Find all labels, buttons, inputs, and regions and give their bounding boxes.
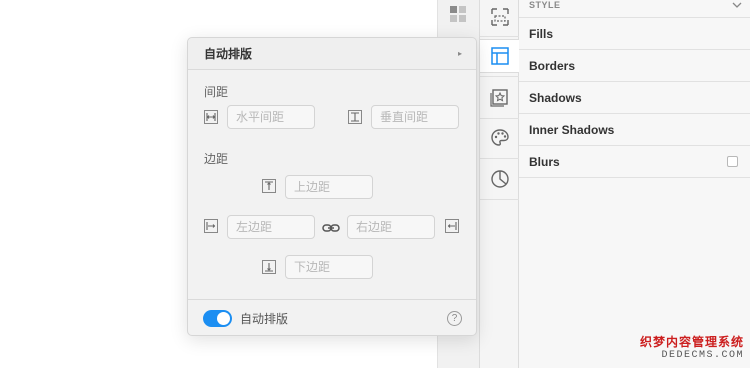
borders-row[interactable]: Borders bbox=[519, 50, 750, 82]
bottom-padding-icon bbox=[262, 260, 276, 274]
vertical-spacing-icon bbox=[348, 110, 362, 124]
fills-row[interactable]: Fills bbox=[519, 18, 750, 50]
chevron-right-icon[interactable]: ▸ bbox=[458, 49, 462, 58]
symbol-icon bbox=[489, 89, 508, 107]
selection-icon bbox=[490, 8, 509, 26]
watermark: 织梦内容管理系统 DEDECMS.COM bbox=[640, 331, 750, 368]
blurs-row[interactable]: Blurs bbox=[519, 146, 750, 178]
left-padding-input[interactable]: 左边距 bbox=[227, 215, 315, 239]
pie-chart-icon bbox=[490, 170, 509, 188]
style-section-header[interactable]: STYLE bbox=[519, 0, 750, 18]
blurs-label: Blurs bbox=[529, 154, 560, 169]
auto-layout-toggle[interactable] bbox=[203, 309, 232, 327]
toggle-knob bbox=[217, 311, 230, 325]
tab-palette[interactable] bbox=[480, 121, 519, 155]
palette-icon bbox=[490, 129, 509, 146]
popover-footer: 自动排版 ? bbox=[188, 299, 476, 336]
bottom-padding-input[interactable]: 下边距 bbox=[285, 255, 373, 279]
link-icon[interactable] bbox=[322, 222, 340, 234]
toggle-label: 自动排版 bbox=[240, 311, 289, 326]
borders-label: Borders bbox=[529, 58, 576, 73]
chevron-down-icon[interactable] bbox=[732, 2, 742, 8]
inner-shadows-label: Inner Shadows bbox=[529, 122, 615, 137]
tab-layout[interactable] bbox=[480, 39, 519, 73]
layout-icon bbox=[490, 47, 509, 65]
watermark-line2: DEDECMS.COM bbox=[661, 350, 744, 361]
horizontal-spacing-icon bbox=[204, 110, 218, 124]
blurs-checkbox[interactable] bbox=[727, 156, 738, 167]
tab-symbol[interactable] bbox=[480, 80, 519, 114]
tab-selection[interactable] bbox=[480, 0, 519, 34]
inner-shadows-row[interactable]: Inner Shadows bbox=[519, 114, 750, 146]
top-padding-input[interactable]: 上边距 bbox=[285, 175, 373, 199]
horizontal-spacing-input[interactable]: 水平间距 bbox=[227, 105, 315, 129]
spacing-label: 间距 bbox=[204, 85, 229, 99]
style-header-label: STYLE bbox=[529, 0, 561, 10]
shadows-label: Shadows bbox=[529, 90, 582, 105]
tab-pie-chart[interactable] bbox=[480, 162, 519, 196]
auto-layout-popover: 自动排版 ▸ 间距 水平间距 垂直间距 边距 上边距 左边距 右边距 下边距 自… bbox=[187, 37, 477, 336]
right-padding-input[interactable]: 右边距 bbox=[347, 215, 435, 239]
padding-label: 边距 bbox=[204, 152, 229, 166]
shadows-row[interactable]: Shadows bbox=[519, 82, 750, 114]
fills-label: Fills bbox=[529, 26, 554, 41]
vertical-spacing-input[interactable]: 垂直间距 bbox=[371, 105, 459, 129]
popover-title: 自动排版 bbox=[204, 47, 253, 61]
top-padding-icon bbox=[262, 179, 276, 193]
grid-icon[interactable] bbox=[450, 6, 466, 22]
right-padding-icon bbox=[445, 219, 459, 233]
popover-header[interactable]: 自动排版 ▸ bbox=[188, 38, 476, 70]
watermark-line1: 织梦内容管理系统 bbox=[640, 335, 745, 349]
inspector-icon-bar bbox=[479, 0, 519, 368]
left-padding-icon bbox=[204, 219, 218, 233]
help-icon[interactable]: ? bbox=[447, 310, 462, 326]
inspector-panel: STYLE Fills Borders Shadows Inner Shadow… bbox=[519, 0, 750, 368]
